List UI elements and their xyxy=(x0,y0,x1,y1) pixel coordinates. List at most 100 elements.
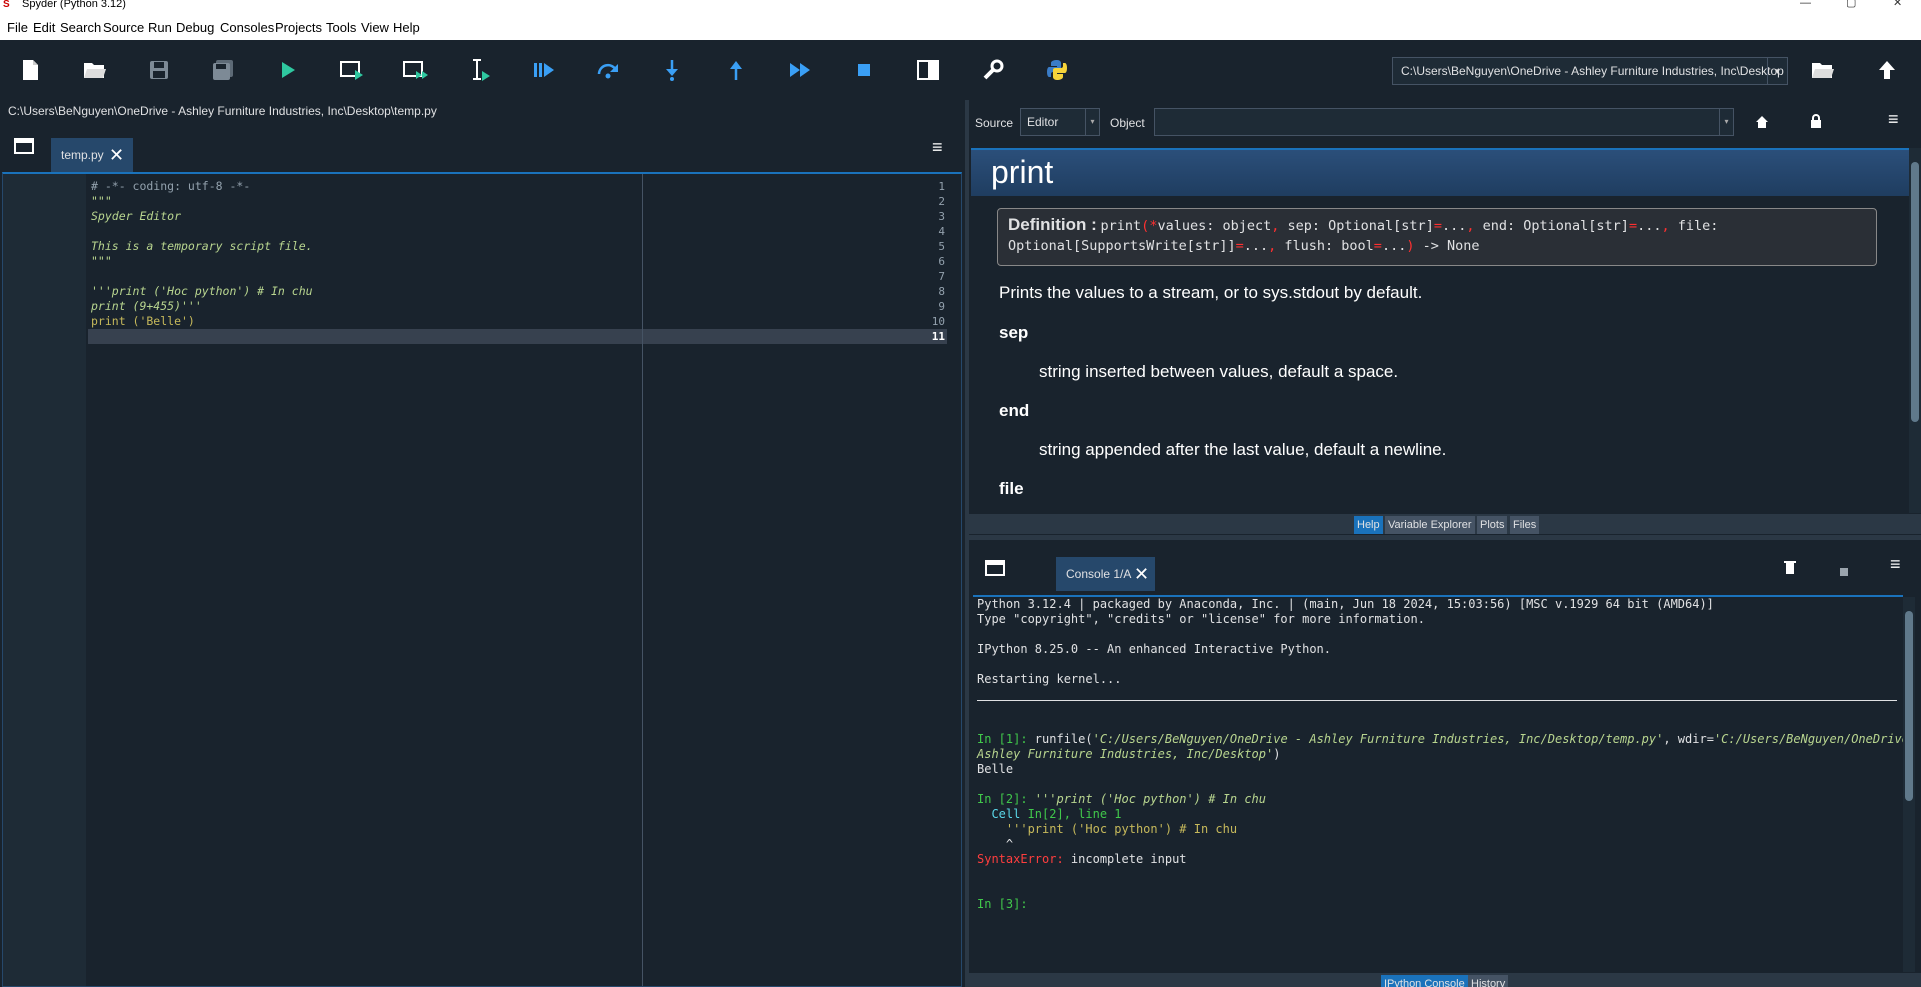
definition-token: ... xyxy=(1243,238,1269,254)
source-combo[interactable]: Editor ▾ xyxy=(1020,108,1100,136)
working-directory-combo[interactable]: C:\Users\BeNguyen\OneDrive - Ashley Furn… xyxy=(1392,57,1788,85)
chevron-down-icon[interactable]: ▾ xyxy=(1719,109,1733,135)
editor-options-menu-icon[interactable]: ≡ xyxy=(932,138,943,156)
maximize-icon[interactable]: ▢ xyxy=(1846,0,1856,9)
spyder-logo-icon: S xyxy=(3,0,10,10)
save-icon[interactable] xyxy=(142,53,176,87)
console-output: Belle xyxy=(977,762,1014,776)
object-combo[interactable]: ▾ xyxy=(1154,108,1734,136)
chevron-down-icon[interactable]: ▾ xyxy=(1767,58,1787,84)
line-number: 3 xyxy=(938,210,945,223)
tab-temp-py[interactable]: temp.py ✕ xyxy=(51,138,133,172)
line-number: 5 xyxy=(938,240,945,253)
console-options-menu-icon[interactable]: ≡ xyxy=(1890,555,1901,573)
step-into-icon[interactable] xyxy=(655,53,689,87)
menu-file[interactable]: File xyxy=(7,20,28,35)
definition-punct: = xyxy=(1628,218,1638,234)
tab-variable-explorer[interactable]: Variable Explorer xyxy=(1385,516,1475,534)
working-directory-value: C:\Users\BeNguyen\OneDrive - Ashley Furn… xyxy=(1401,64,1784,78)
cmd-text: ) xyxy=(1273,747,1281,761)
definition-token: Optional[SupportsWrite[str]] xyxy=(1008,238,1236,254)
menu-help[interactable]: Help xyxy=(393,20,420,35)
tab-files[interactable]: Files xyxy=(1510,516,1540,534)
open-file-icon[interactable] xyxy=(78,53,112,87)
help-pane-tabs: Help Variable Explorer Plots Files xyxy=(969,514,1921,534)
line-number: 2 xyxy=(938,195,945,208)
interrupt-kernel-icon[interactable] xyxy=(1840,563,1848,581)
python-path-icon[interactable] xyxy=(1040,53,1074,87)
stop-debug-icon[interactable] xyxy=(847,53,881,87)
home-icon[interactable] xyxy=(1755,115,1769,132)
remove-variables-trash-icon[interactable] xyxy=(1784,560,1796,579)
minimize-icon[interactable]: — xyxy=(1800,0,1811,9)
definition-label: Definition : xyxy=(1008,215,1097,234)
definition-punct: , xyxy=(1661,218,1670,234)
scrollbar-thumb[interactable] xyxy=(1905,611,1913,801)
error-message: incomplete input xyxy=(1063,852,1187,866)
scrollbar-thumb[interactable] xyxy=(1911,162,1919,422)
code-line: print (9+455)''' xyxy=(91,299,202,313)
tab-console-1a[interactable]: Console 1/A ✕ xyxy=(1056,557,1155,591)
line-number: 6 xyxy=(938,255,945,268)
maximize-pane-icon[interactable] xyxy=(911,53,945,87)
menu-search[interactable]: Search xyxy=(60,20,101,35)
current-line-highlight xyxy=(88,329,947,344)
console-banner: Type "copyright", "credits" or "license"… xyxy=(977,612,1425,626)
console-input-2: In [2]: '''print ('Hoc python') # In chu xyxy=(977,792,1266,806)
cell-label: Cell xyxy=(977,807,1028,821)
run-selection-icon[interactable] xyxy=(463,53,497,87)
param-desc: string inserted between values, default … xyxy=(1039,362,1399,381)
browse-tabs-icon[interactable] xyxy=(985,560,1005,581)
code-editor[interactable]: 1 2 3 4 5 6 7 8 9 10 11 # -*- coding: ut… xyxy=(2,172,962,987)
menu-tools[interactable]: Tools xyxy=(326,20,356,35)
cmd-text: runfile( xyxy=(1027,732,1093,746)
save-all-icon[interactable] xyxy=(206,53,240,87)
tab-history[interactable]: History xyxy=(1468,975,1509,987)
debug-file-icon[interactable] xyxy=(527,53,561,87)
editor-file-path: C:\Users\BeNguyen\OneDrive - Ashley Furn… xyxy=(0,100,965,122)
browse-tabs-icon[interactable] xyxy=(14,138,34,159)
edge-line xyxy=(642,174,643,986)
console-separator xyxy=(977,700,1897,701)
syntax-error-line: SyntaxError: incomplete input xyxy=(977,852,1187,866)
menu-run[interactable]: Run xyxy=(148,20,172,35)
help-scrollbar[interactable] xyxy=(1909,148,1921,513)
menu-projects[interactable]: Projects xyxy=(275,20,322,35)
console-scrollbar[interactable] xyxy=(1903,597,1915,972)
cmd-string: 'C:/Users/BeNguyen/OneDrive - Ashley Fur… xyxy=(1092,732,1664,746)
parent-directory-icon[interactable] xyxy=(1870,53,1904,87)
browse-folder-icon[interactable] xyxy=(1806,53,1840,87)
menu-debug[interactable]: Debug xyxy=(176,20,214,35)
new-file-icon[interactable] xyxy=(13,53,47,87)
tab-plots[interactable]: Plots xyxy=(1477,516,1508,534)
lock-icon[interactable] xyxy=(1810,114,1822,131)
cmd-text: , wdir= xyxy=(1663,732,1714,746)
preferences-wrench-icon[interactable] xyxy=(976,53,1010,87)
editor-tab-bar: temp.py ✕ ≡ xyxy=(0,122,965,172)
menu-edit[interactable]: Edit xyxy=(33,20,55,35)
close-window-icon[interactable]: ✕ xyxy=(1893,0,1902,9)
continue-icon[interactable] xyxy=(783,53,817,87)
param-name: end xyxy=(999,401,1030,420)
traceback-code: '''print ('Hoc python') # In chu xyxy=(977,822,1238,836)
close-tab-icon[interactable]: ✕ xyxy=(1134,557,1149,591)
tab-help[interactable]: Help xyxy=(1354,516,1383,534)
close-tab-icon[interactable]: ✕ xyxy=(109,138,124,172)
code-line: Spyder Editor xyxy=(91,209,182,223)
run-icon[interactable] xyxy=(271,53,305,87)
definition-token: file: xyxy=(1669,218,1719,234)
step-return-icon[interactable] xyxy=(719,53,753,87)
definition-signature-cont: Optional[SupportsWrite[str]]=..., flush:… xyxy=(1008,238,1480,254)
chevron-down-icon[interactable]: ▾ xyxy=(1085,109,1099,135)
menu-consoles[interactable]: Consoles xyxy=(220,20,274,35)
tab-ipython-console[interactable]: IPython Console xyxy=(1381,975,1468,987)
definition-token: ... xyxy=(1381,238,1407,254)
ipython-console[interactable]: Python 3.12.4 | packaged by Anaconda, In… xyxy=(973,595,1903,967)
menu-bar: File Edit Search Source Run Debug Consol… xyxy=(0,12,1921,40)
run-cell-advance-icon[interactable] xyxy=(399,53,433,87)
help-options-menu-icon[interactable]: ≡ xyxy=(1888,110,1899,128)
step-over-icon[interactable] xyxy=(591,53,625,87)
menu-view[interactable]: View xyxy=(361,20,389,35)
menu-source[interactable]: Source xyxy=(103,20,144,35)
run-cell-icon[interactable] xyxy=(335,53,369,87)
